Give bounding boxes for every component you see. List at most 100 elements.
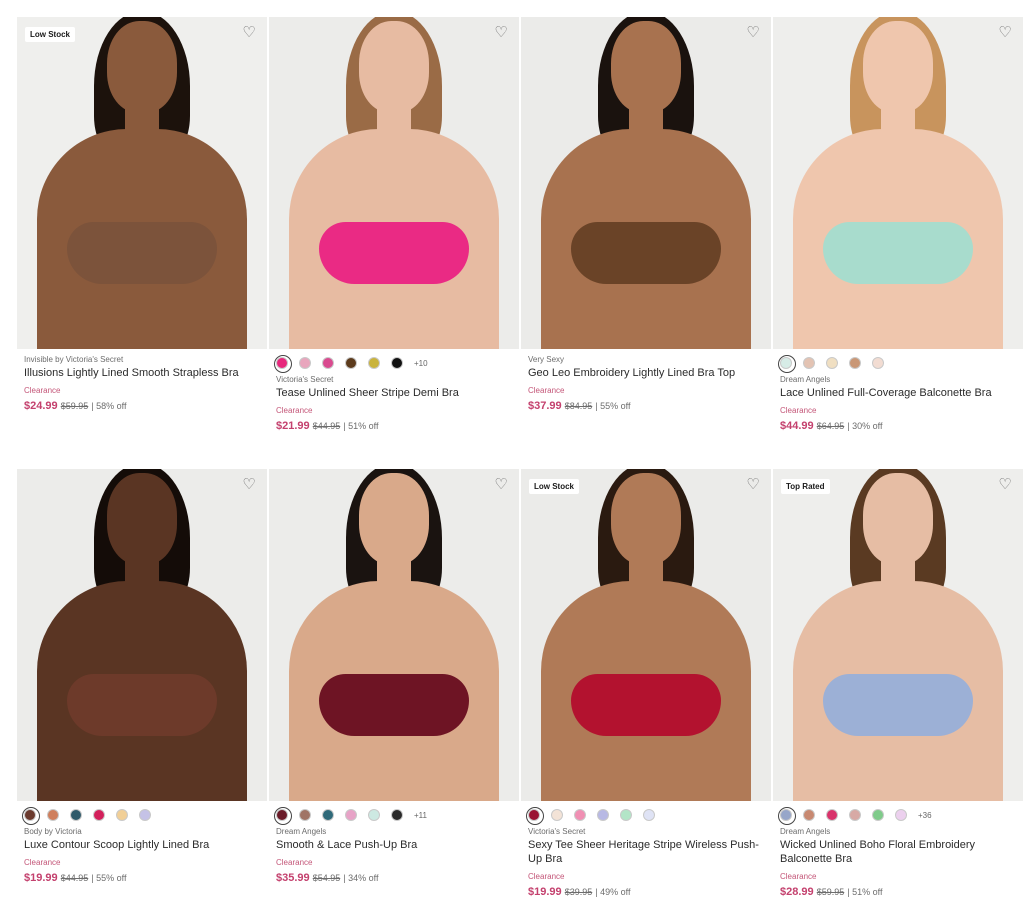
original-price: $39.95 (564, 887, 593, 897)
sale-price: $19.99 (528, 886, 562, 898)
product-image[interactable]: ♡ (773, 17, 1023, 349)
product-image[interactable]: Low Stock ♡ (17, 17, 267, 349)
color-swatch[interactable] (643, 809, 655, 821)
product-card[interactable]: Low Stock ♡ Invisible by Victoria's Secret… (17, 17, 267, 454)
product-image[interactable]: ♡ (269, 17, 519, 349)
color-swatch[interactable] (849, 809, 861, 821)
product-info: Dream Angels Lace Unlined Full-Coverage B… (773, 349, 1023, 433)
more-colors-link[interactable]: +11 (414, 811, 427, 820)
heart-icon[interactable]: ♡ (493, 25, 509, 41)
color-swatch[interactable] (345, 357, 357, 369)
heart-icon[interactable]: ♡ (997, 25, 1013, 41)
original-price: $54.95 (312, 873, 341, 883)
color-swatch[interactable] (620, 809, 632, 821)
clearance-tag: Clearance (528, 872, 565, 881)
color-swatch[interactable] (551, 809, 563, 821)
product-card[interactable]: ♡ Dream Angels Lace Unlined Full-Coverage … (773, 17, 1023, 454)
heart-icon[interactable]: ♡ (745, 477, 761, 493)
color-swatch[interactable] (116, 809, 128, 821)
color-swatch[interactable] (778, 355, 796, 373)
discount-percent: | 58% off (91, 401, 127, 411)
color-swatch[interactable] (93, 809, 105, 821)
product-image[interactable]: ♡ (521, 17, 771, 349)
product-card[interactable]: Low Stock ♡ Victoria's Secret Sexy Tee Shee… (521, 469, 771, 906)
heart-icon[interactable]: ♡ (997, 477, 1013, 493)
product-name[interactable]: Geo Leo Embroidery Lightly Lined Bra Top (528, 366, 764, 380)
color-swatch[interactable] (274, 355, 292, 373)
bra-garment (319, 222, 469, 284)
color-swatch[interactable] (139, 809, 151, 821)
product-image[interactable]: Top Rated ♡ (773, 469, 1023, 801)
status-badge: Low Stock (529, 479, 580, 494)
product-name[interactable]: Illusions Lightly Lined Smooth Strapless… (24, 366, 260, 380)
model-head (359, 473, 429, 565)
color-swatch[interactable] (574, 809, 586, 821)
color-swatch[interactable] (803, 357, 815, 369)
color-swatch[interactable] (368, 809, 380, 821)
product-grid: Low Stock ♡ Invisible by Victoria's Secret… (17, 17, 1023, 906)
color-swatches: +36 (778, 807, 1016, 825)
original-price: $84.95 (564, 401, 593, 411)
clearance-tag: Clearance (276, 406, 313, 415)
color-swatches: +11 (274, 807, 512, 825)
model-head (359, 21, 429, 113)
product-card[interactable]: ♡ Very Sexy Geo Leo Embroidery Lightly Lin… (521, 17, 771, 454)
sale-price: $21.99 (276, 420, 310, 432)
color-swatch[interactable] (849, 357, 861, 369)
product-name[interactable]: Wicked Unlined Boho Floral Embroidery Ba… (780, 838, 1016, 866)
product-card[interactable]: ♡ +10 Victoria's Secret Tease Unlined Sheer… (269, 17, 519, 454)
bra-garment (823, 222, 973, 284)
color-swatch[interactable] (826, 357, 838, 369)
color-swatch[interactable] (597, 809, 609, 821)
color-swatch[interactable] (299, 809, 311, 821)
product-image[interactable]: ♡ (269, 469, 519, 801)
color-swatch[interactable] (895, 809, 907, 821)
heart-icon[interactable]: ♡ (745, 25, 761, 41)
heart-icon[interactable]: ♡ (493, 477, 509, 493)
color-swatch[interactable] (391, 357, 403, 369)
product-name[interactable]: Smooth & Lace Push-Up Bra (276, 838, 512, 852)
model-head (107, 473, 177, 565)
clearance-tag: Clearance (528, 386, 565, 395)
sale-price: $28.99 (780, 886, 814, 898)
color-swatch[interactable] (345, 809, 357, 821)
product-name[interactable]: Luxe Contour Scoop Lightly Lined Bra (24, 838, 260, 852)
product-card[interactable]: ♡ Body by Victoria Luxe Contour Scoop Ligh… (17, 469, 267, 906)
product-image[interactable]: ♡ (17, 469, 267, 801)
product-info: Victoria's Secret Sexy Tee Sheer Heritage… (521, 801, 771, 899)
original-price: $44.95 (312, 421, 341, 431)
discount-percent: | 55% off (595, 401, 631, 411)
color-swatch[interactable] (826, 809, 838, 821)
product-name[interactable]: Sexy Tee Sheer Heritage Stripe Wireless … (528, 838, 764, 866)
color-swatch[interactable] (872, 809, 884, 821)
product-price: $21.99 $44.95 | 51% off (276, 419, 512, 433)
sale-price: $37.99 (528, 400, 562, 412)
color-swatch[interactable] (391, 809, 403, 821)
color-swatch[interactable] (526, 807, 544, 825)
color-swatch[interactable] (368, 357, 380, 369)
product-name[interactable]: Tease Unlined Sheer Stripe Demi Bra (276, 386, 512, 400)
product-name[interactable]: Lace Unlined Full-Coverage Balconette Br… (780, 386, 1016, 400)
product-row: ♡ Body by Victoria Luxe Contour Scoop Ligh… (17, 469, 1023, 906)
product-price: $19.99 $44.95 | 55% off (24, 871, 260, 885)
color-swatch[interactable] (803, 809, 815, 821)
more-colors-link[interactable]: +10 (414, 359, 428, 368)
color-swatch[interactable] (778, 807, 796, 825)
product-image[interactable]: Low Stock ♡ (521, 469, 771, 801)
color-swatch[interactable] (274, 807, 292, 825)
product-card[interactable]: ♡ +11 Dream Angels Smooth & Lace Push-Up Br… (269, 469, 519, 906)
color-swatch[interactable] (70, 809, 82, 821)
product-price: $44.99 $64.95 | 30% off (780, 419, 1016, 433)
heart-icon[interactable]: ♡ (241, 477, 257, 493)
product-card[interactable]: Top Rated ♡ +36 Dream Angels Wicked Unlined … (773, 469, 1023, 906)
clearance-tag: Clearance (24, 858, 61, 867)
color-swatch[interactable] (322, 357, 334, 369)
color-swatch[interactable] (299, 357, 311, 369)
color-swatch[interactable] (322, 809, 334, 821)
color-swatch[interactable] (872, 357, 884, 369)
color-swatch[interactable] (22, 807, 40, 825)
more-colors-link[interactable]: +36 (918, 811, 932, 820)
heart-icon[interactable]: ♡ (241, 25, 257, 41)
product-price: $37.99 $84.95 | 55% off (528, 399, 764, 413)
color-swatch[interactable] (47, 809, 59, 821)
